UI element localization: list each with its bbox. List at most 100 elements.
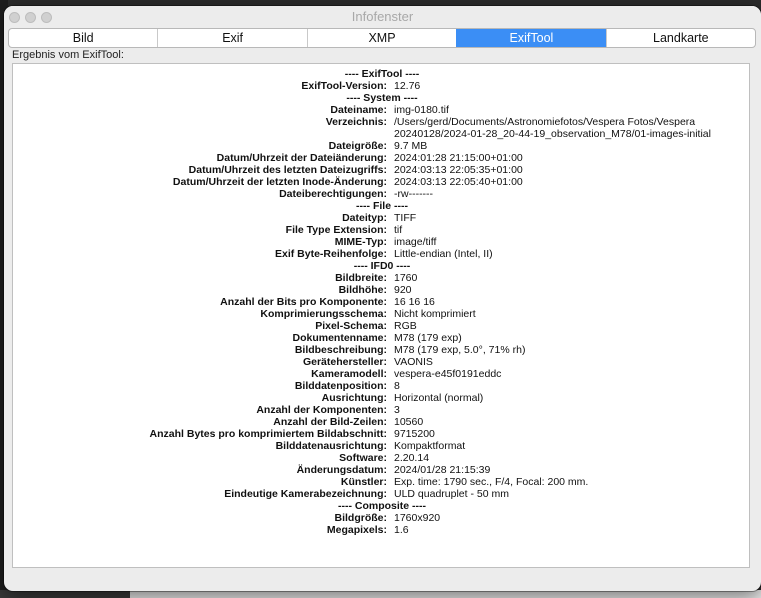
metadata-row: Bilddatenausrichtung: Kompaktformat — [13, 440, 751, 452]
metadata-key: Megapixels: — [326, 524, 387, 536]
section-title: ---- Composite ---- — [337, 500, 427, 512]
metadata-value: 2024/01/28 21:15:39 — [394, 464, 491, 476]
metadata-value: -rw------- — [394, 188, 434, 200]
tab-exif[interactable]: Exif — [157, 29, 306, 47]
metadata-key: Bildgröße: — [334, 512, 388, 524]
tab-landkarte[interactable]: Landkarte — [605, 29, 755, 47]
metadata-row: Kameramodell: vespera-e45f0191eddc — [13, 368, 751, 380]
section-title: ---- System ---- — [346, 92, 418, 104]
metadata-value: 12.76 — [394, 80, 421, 92]
metadata-value: vespera-e45f0191eddc — [394, 368, 502, 380]
metadata-row: Anzahl der Bits pro Komponente: 16 16 16 — [13, 296, 751, 308]
metadata-value: tif — [394, 224, 403, 236]
metadata-value: Kompaktformat — [394, 440, 466, 452]
metadata-key: Anzahl der Bits pro Komponente: — [220, 296, 387, 308]
section-header: ---- System ---- — [13, 92, 751, 104]
metadata-key: Anzahl der Komponenten: — [256, 404, 387, 416]
metadata-key: Kameramodell: — [311, 368, 387, 380]
metadata-key: Verzeichnis: — [325, 116, 387, 128]
metadata-value: 1760x920 — [394, 512, 441, 524]
metadata-value: Horizontal (normal) — [394, 392, 484, 404]
metadata-row: Bildhöhe: 920 — [13, 284, 751, 296]
metadata-value: 2.20.14 — [394, 452, 430, 464]
metadata-value: RGB — [394, 320, 417, 332]
metadata-key: Dokumentenname: — [292, 332, 387, 344]
section-header: ---- IFD0 ---- — [13, 260, 751, 272]
metadata-key: Eindeutige Kamerabezeichnung: — [224, 488, 387, 500]
metadata-row: Datum/Uhrzeit des letzten Dateizugriffs:… — [13, 164, 751, 176]
window-title: Infofenster — [351, 9, 414, 24]
metadata-key: Anzahl Bytes pro komprimiertem Bildabsch… — [149, 428, 387, 440]
metadata-row: ExifTool-Version: 12.76 — [13, 80, 751, 92]
metadata-key: Dateigröße: — [328, 140, 387, 152]
metadata-value: Nicht komprimiert — [394, 308, 476, 320]
tab-bild[interactable]: Bild — [9, 29, 157, 47]
metadata-value: 20240128/2024-01-28_20-44-19_observation… — [394, 128, 711, 140]
tab-xmp[interactable]: XMP — [306, 29, 456, 47]
metadata-key: Komprimierungsschema: — [260, 308, 387, 320]
metadata-value: 2024:03:13 22:05:35+01:00 — [394, 164, 523, 176]
metadata-value: 1.6 — [394, 524, 409, 536]
metadata-value: 9.7 MB — [394, 140, 428, 152]
section-title: ---- IFD0 ---- — [353, 260, 411, 272]
metadata-key: Bilddatenposition: — [294, 380, 387, 392]
metadata-value: 920 — [394, 284, 412, 296]
metadata-key: Künstler: — [340, 476, 387, 488]
metadata-value: Exp. time: 1790 sec., F/4, Focal: 200 mm… — [394, 476, 589, 488]
metadata-key: Bildbeschreibung: — [294, 344, 387, 356]
metadata-value: image/tiff — [394, 236, 437, 248]
metadata-key: MIME-Typ: — [334, 236, 387, 248]
metadata-row: Dateiberechtigungen: -rw------- — [13, 188, 751, 200]
metadata-row: Anzahl Bytes pro komprimiertem Bildabsch… — [13, 428, 751, 440]
metadata-row: Pixel-Schema: RGB — [13, 320, 751, 332]
metadata-row: Anzahl der Bild-Zeilen: 10560 — [13, 416, 751, 428]
metadata-value: 10560 — [394, 416, 424, 428]
info-window: Infofenster Bild Exif XMP ExifTool Landkarte… — [4, 6, 761, 591]
metadata-row: Dokumentenname: M78 (179 exp) — [13, 332, 751, 344]
section-title: ---- ExifTool ---- — [344, 68, 420, 80]
metadata-key: Gerätehersteller: — [302, 356, 387, 368]
metadata-key: Software: — [339, 452, 387, 464]
metadata-row: Bildgröße: 1760x920 — [13, 512, 751, 524]
metadata-row: Dateiname: img-0180.tif — [13, 104, 751, 116]
metadata-row: Datum/Uhrzeit der letzten Inode-Änderung… — [13, 176, 751, 188]
background-dark-region — [0, 590, 130, 598]
metadata-row: File Type Extension: tif — [13, 224, 751, 236]
metadata-key: Datum/Uhrzeit der letzten Inode-Änderung… — [172, 176, 387, 188]
metadata-value: 2024:01:28 21:15:00+01:00 — [394, 152, 523, 164]
tab-bar: Bild Exif XMP ExifTool Landkarte — [8, 28, 756, 48]
metadata-row: Eindeutige Kamerabezeichnung: ULD quadrup… — [13, 488, 751, 500]
metadata-key: Datum/Uhrzeit der Dateiänderung: — [216, 152, 387, 164]
section-header: ---- File ---- — [13, 200, 751, 212]
metadata-row: Verzeichnis: /Users/gerd/Documents/Astron… — [13, 116, 751, 128]
section-title: ---- File ---- — [356, 200, 408, 212]
title-bar[interactable]: Infofenster — [4, 6, 761, 28]
metadata-row: Bildbreite: 1760 — [13, 272, 751, 284]
metadata-row: Künstler: Exp. time: 1790 sec., F/4, Foca… — [13, 476, 751, 488]
metadata-row: Gerätehersteller: VAONIS — [13, 356, 751, 368]
metadata-value: 8 — [394, 380, 400, 392]
metadata-row: Datum/Uhrzeit der Dateiänderung: 2024:01:… — [13, 152, 751, 164]
section-header: ---- ExifTool ---- — [13, 68, 751, 80]
exiftool-output-panel[interactable]: ---- ExifTool ---- ExifTool-Version: 12.76… — [12, 63, 750, 568]
metadata-list: ---- ExifTool ---- ExifTool-Version: 12.76… — [13, 68, 751, 536]
metadata-key: Änderungsdatum: — [296, 464, 387, 476]
metadata-value: img-0180.tif — [394, 104, 449, 116]
metadata-key: File Type Extension: — [285, 224, 387, 236]
metadata-key: Dateiname: — [330, 104, 387, 116]
metadata-value: /Users/gerd/Documents/Astronomiefotos/Ve… — [394, 116, 696, 128]
metadata-value: Little-endian (Intel, II) — [394, 248, 493, 260]
metadata-row: Bilddatenposition: 8 — [13, 380, 751, 392]
metadata-value: TIFF — [394, 212, 417, 224]
metadata-value: 3 — [394, 404, 400, 416]
metadata-key: Dateiberechtigungen: — [279, 188, 387, 200]
metadata-key: ExifTool-Version: — [301, 80, 387, 92]
metadata-key: Datum/Uhrzeit des letzten Dateizugriffs: — [188, 164, 387, 176]
metadata-key: Bildhöhe: — [338, 284, 387, 296]
section-header: ---- Composite ---- — [13, 500, 751, 512]
tab-exiftool[interactable]: ExifTool — [456, 29, 606, 47]
metadata-row: Ausrichtung: Horizontal (normal) — [13, 392, 751, 404]
metadata-value: 2024:03:13 22:05:40+01:00 — [394, 176, 523, 188]
metadata-value: ULD quadruplet - 50 mm — [394, 488, 509, 500]
metadata-key: Anzahl der Bild-Zeilen: — [273, 416, 387, 428]
